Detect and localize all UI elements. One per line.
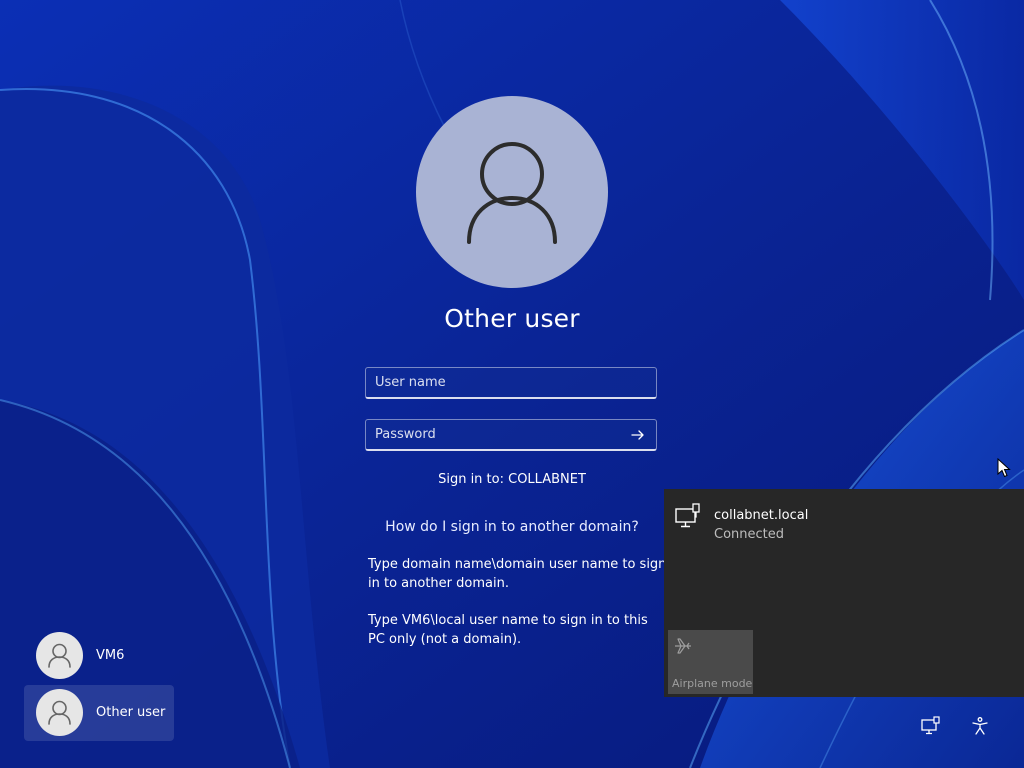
username-field[interactable]: User name (365, 367, 657, 399)
user-title: Other user (444, 304, 580, 333)
submit-arrow-icon[interactable] (630, 427, 646, 443)
user-tile-other-user[interactable]: Other user (24, 685, 174, 741)
airplane-mode-toggle[interactable]: Airplane mode (668, 630, 753, 694)
username-placeholder: User name (375, 375, 446, 390)
user-tile-label: Other user (96, 705, 166, 720)
lock-screen: Other user User name Password Sign in to… (0, 0, 1024, 768)
network-status: Connected (714, 527, 785, 542)
user-tile-label: VM6 (96, 648, 125, 663)
user-tile-vm6[interactable]: VM6 (24, 628, 174, 684)
accessibility-icon[interactable] (970, 716, 990, 736)
help-text-domain: Type domain name\domain user name to sig… (368, 557, 667, 591)
airplane-mode-label: Airplane mode (672, 677, 753, 690)
user-avatar-small (36, 689, 83, 736)
help-text-local: Type VM6\local user name to sign in to t… (368, 613, 648, 647)
password-placeholder: Password (375, 427, 436, 442)
user-avatar (416, 96, 608, 288)
mouse-cursor-icon (997, 458, 1011, 478)
person-icon (48, 700, 71, 725)
person-icon (48, 643, 71, 668)
person-icon (467, 142, 557, 244)
network-icon[interactable] (921, 716, 941, 736)
network-flyout: collabnet.local Connected Airplane mode (664, 489, 1024, 697)
sign-in-domain-label: Sign in to: COLLABNET (438, 472, 586, 487)
network-name[interactable]: collabnet.local (714, 508, 808, 523)
wired-network-icon (675, 503, 700, 528)
other-domain-help-link[interactable]: How do I sign in to another domain? (312, 519, 712, 535)
user-avatar-small (36, 632, 83, 679)
password-field[interactable]: Password (365, 419, 657, 451)
airplane-icon (675, 638, 691, 654)
